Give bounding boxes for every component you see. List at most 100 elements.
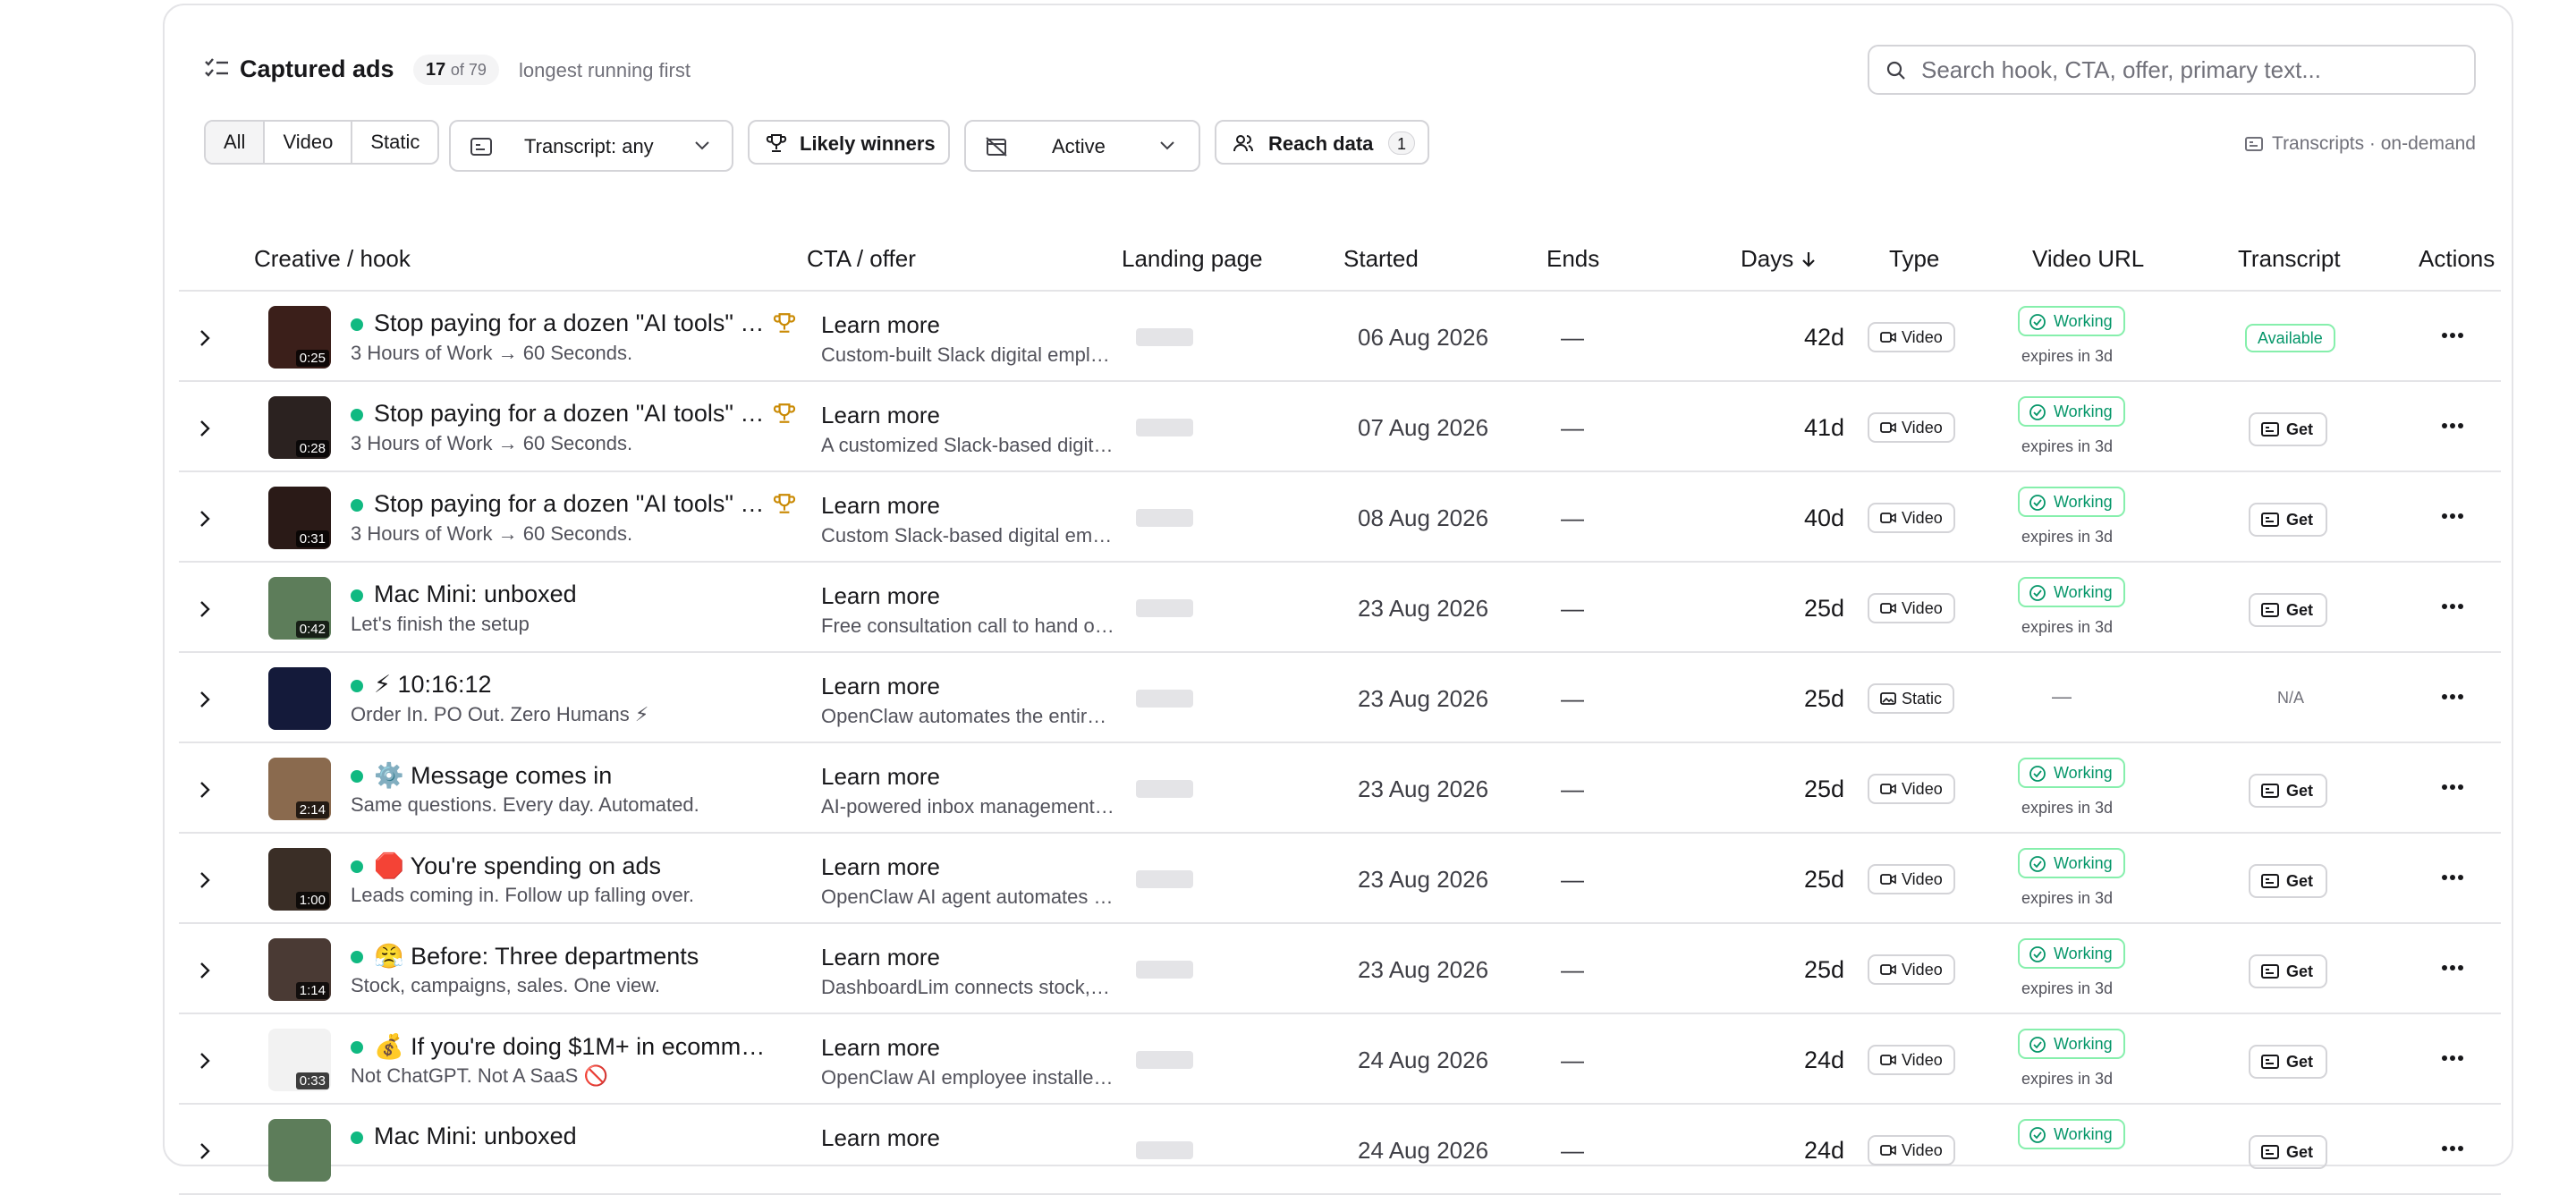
col-video-url[interactable]: Video URL — [2032, 245, 2144, 273]
video-url-status[interactable]: Working — [2018, 848, 2125, 878]
col-days[interactable]: Days — [1741, 245, 1817, 273]
more-actions-icon[interactable] — [2442, 871, 2467, 884]
video-duration: 1:14 — [295, 982, 329, 999]
landing-page-placeholder[interactable] — [1136, 328, 1193, 346]
video-url-status[interactable]: Working — [2018, 396, 2125, 427]
creative-thumbnail[interactable]: 2:14 — [268, 758, 331, 820]
chevron-right-icon[interactable] — [199, 510, 211, 528]
landing-page-placeholder[interactable] — [1136, 780, 1193, 798]
chevron-right-icon[interactable] — [199, 691, 211, 708]
get-transcript-button[interactable]: Get — [2249, 1135, 2328, 1169]
get-transcript-button[interactable]: Get — [2249, 503, 2328, 537]
chevron-right-icon[interactable] — [199, 600, 211, 618]
reach-data-count: 1 — [1388, 131, 1415, 155]
creative-thumbnail[interactable]: 1:00 — [268, 848, 331, 911]
creative-thumbnail[interactable]: 0:31 — [268, 487, 331, 549]
search-box[interactable] — [1868, 45, 2476, 95]
video-url-status[interactable]: Working — [2018, 306, 2125, 336]
video-expires: expires in 3d — [2021, 618, 2114, 636]
creative-thumbnail[interactable] — [268, 667, 331, 730]
video-url-status[interactable]: Working — [2018, 758, 2125, 788]
get-transcript-button[interactable]: Get — [2249, 593, 2328, 627]
segment-video[interactable]: Video — [265, 122, 353, 163]
col-started[interactable]: Started — [1343, 245, 1419, 273]
transcript-available-badge[interactable]: Available — [2245, 324, 2335, 352]
video-url-status[interactable]: Working — [2018, 1029, 2125, 1059]
video-expires: expires in 3d — [2021, 979, 2114, 997]
chevron-right-icon[interactable] — [199, 420, 211, 437]
days-running: 25d — [1803, 866, 1844, 893]
transcript-filter-dropdown[interactable]: Transcript: any — [449, 120, 733, 172]
landing-page-placeholder[interactable] — [1136, 690, 1193, 708]
chevron-right-icon[interactable] — [199, 1142, 211, 1160]
chevron-right-icon[interactable] — [199, 1052, 211, 1070]
table-row[interactable]: Mac Mini: unboxed Learn more 24 Aug 2026 — 2… — [179, 1105, 2501, 1195]
chevron-right-icon[interactable] — [199, 962, 211, 979]
more-actions-icon[interactable] — [2442, 420, 2467, 432]
more-actions-icon[interactable] — [2442, 600, 2467, 613]
col-landing[interactable]: Landing page — [1122, 245, 1263, 273]
creative-thumbnail[interactable]: 0:42 — [268, 577, 331, 640]
creative-thumbnail[interactable]: 0:28 — [268, 396, 331, 459]
ad-hook: 😤 Before: Three departments — [374, 943, 699, 970]
landing-page-placeholder[interactable] — [1136, 1051, 1193, 1069]
get-transcript-button[interactable]: Get — [2249, 864, 2328, 898]
landing-page-placeholder[interactable] — [1136, 509, 1193, 527]
table-row[interactable]: 0:33 💰 If you're doing $1M+ in ecommerce N… — [179, 1014, 2501, 1105]
video-url-status[interactable]: Working — [2018, 938, 2125, 969]
landing-page-placeholder[interactable] — [1136, 870, 1193, 888]
table-row[interactable]: 1:00 🛑 You're spending on ads Leads coming… — [179, 834, 2501, 924]
col-cta[interactable]: CTA / offer — [807, 245, 916, 273]
col-transcript[interactable]: Transcript — [2238, 245, 2341, 273]
more-actions-icon[interactable] — [2442, 329, 2467, 342]
col-type[interactable]: Type — [1889, 245, 1939, 273]
days-running: 25d — [1803, 956, 1844, 983]
days-running: 41d — [1803, 414, 1844, 441]
col-creative[interactable]: Creative / hook — [254, 245, 411, 273]
video-url-status[interactable]: Working — [2018, 577, 2125, 607]
landing-page-placeholder[interactable] — [1136, 1141, 1193, 1159]
table-row[interactable]: ⚡ 10:16:12 Order In. PO Out. Zero Humans … — [179, 653, 2501, 743]
more-actions-icon[interactable] — [2442, 962, 2467, 974]
creative-thumbnail[interactable]: 0:25 — [268, 306, 331, 369]
table-row[interactable]: 1:14 😤 Before: Three departments Stock, ca… — [179, 924, 2501, 1014]
ad-subheadline: Let's finish the setup — [351, 613, 530, 635]
creative-thumbnail[interactable] — [268, 1119, 331, 1182]
get-transcript-button[interactable]: Get — [2249, 774, 2328, 808]
search-input[interactable] — [1921, 55, 2458, 84]
table-row[interactable]: 2:14 ⚙️ Message comes in Same questions. E… — [179, 743, 2501, 834]
chevron-right-icon[interactable] — [199, 781, 211, 799]
segment-static[interactable]: Static — [352, 122, 437, 163]
more-actions-icon[interactable] — [2442, 691, 2467, 703]
type-badge: Video — [1868, 412, 1955, 443]
more-actions-icon[interactable] — [2442, 510, 2467, 522]
cta-label: Learn more — [821, 402, 940, 428]
days-running: 25d — [1803, 685, 1844, 712]
table-row[interactable]: 0:25 Stop paying for a dozen "AI tools" t… — [179, 292, 2501, 382]
video-status-label: Working — [2054, 854, 2113, 872]
get-transcript-button[interactable]: Get — [2249, 1045, 2328, 1079]
reach-data-toggle[interactable]: Reach data 1 — [1215, 120, 1429, 165]
more-actions-icon[interactable] — [2442, 1052, 2467, 1064]
creative-thumbnail[interactable]: 1:14 — [268, 938, 331, 1001]
video-status-label: Working — [2054, 1125, 2113, 1143]
landing-page-placeholder[interactable] — [1136, 599, 1193, 617]
more-actions-icon[interactable] — [2442, 781, 2467, 793]
landing-page-placeholder[interactable] — [1136, 419, 1193, 436]
chevron-right-icon[interactable] — [199, 871, 211, 889]
segment-all[interactable]: All — [206, 122, 266, 163]
creative-thumbnail[interactable]: 0:33 — [268, 1029, 331, 1091]
table-row[interactable]: 0:31 Stop paying for a dozen "AI tools" t… — [179, 472, 2501, 563]
table-row[interactable]: 0:42 Mac Mini: unboxed Let's finish the se… — [179, 563, 2501, 653]
video-url-status[interactable]: Working — [2018, 487, 2125, 517]
video-url-status[interactable]: Working — [2018, 1119, 2125, 1149]
table-row[interactable]: 0:28 Stop paying for a dozen "AI tools" t… — [179, 382, 2501, 472]
likely-winners-toggle[interactable]: Likely winners — [748, 120, 950, 165]
col-ends[interactable]: Ends — [1546, 245, 1599, 273]
more-actions-icon[interactable] — [2442, 1142, 2467, 1155]
get-transcript-button[interactable]: Get — [2249, 954, 2328, 988]
landing-page-placeholder[interactable] — [1136, 961, 1193, 979]
chevron-right-icon[interactable] — [199, 329, 211, 347]
get-transcript-button[interactable]: Get — [2249, 412, 2328, 446]
status-filter-dropdown[interactable]: Active — [964, 120, 1200, 172]
